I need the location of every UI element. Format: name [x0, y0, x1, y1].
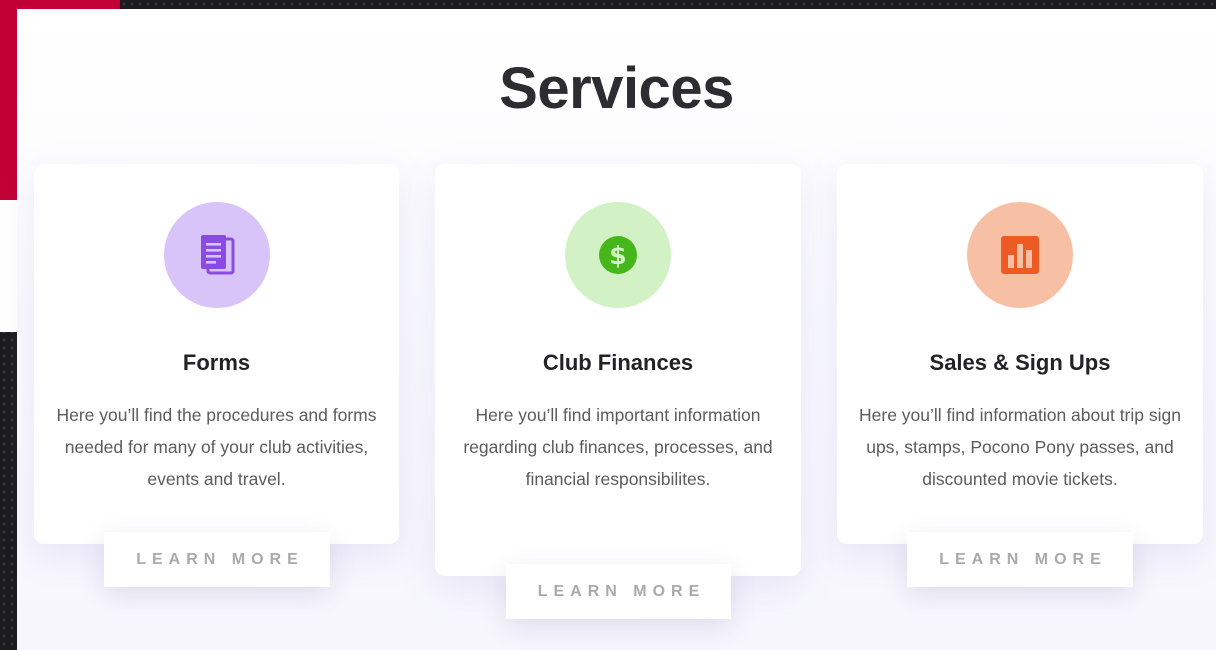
card-forms: Forms Here you’ll find the procedures an… [34, 164, 399, 544]
card-description: Here you’ll find important information r… [463, 405, 773, 489]
bar-chart-icon [1001, 236, 1039, 274]
document-icon [200, 235, 234, 275]
forms-icon-circle [163, 202, 270, 308]
card-title: Club Finances [542, 350, 694, 375]
finances-learn-more-button[interactable]: LEARN MORE [506, 564, 731, 619]
svg-text:$: $ [609, 241, 626, 270]
card-description: Here you’ll find information about trip … [859, 405, 1181, 489]
forms-learn-more-button[interactable]: LEARN MORE [104, 532, 330, 587]
card-description: Here you’ll find the procedures and form… [56, 405, 377, 489]
finances-icon-circle: $ [565, 202, 671, 308]
sales-icon-circle [967, 202, 1073, 308]
card-club-finances: $ Club Finances Here you’ll find importa… [435, 164, 801, 576]
section-title: Services [499, 56, 734, 121]
dollar-icon: $ [599, 236, 637, 274]
sales-learn-more-button[interactable]: LEARN MORE [907, 532, 1133, 587]
card-sales-sign-ups: Sales & Sign Ups Here you’ll find inform… [837, 164, 1203, 544]
card-title: Sales & Sign Ups [929, 350, 1111, 375]
services-section: Services Forms Here you’ll find the proc… [17, 9, 1216, 650]
card-title: Forms [182, 350, 251, 375]
